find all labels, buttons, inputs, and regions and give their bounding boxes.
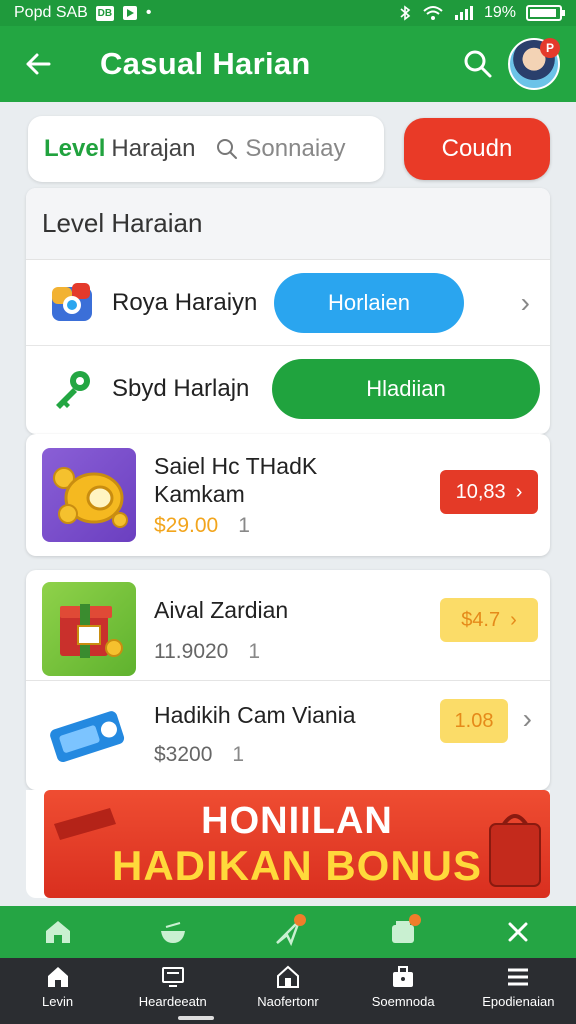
search-icon <box>464 50 492 78</box>
price-tag-label: 1.08 <box>454 709 494 732</box>
notification-dot <box>409 914 422 926</box>
product-card[interactable]: Saiel Hc THadK Kamkam $29.00 1 10,83 › <box>26 434 550 556</box>
search-input[interactable] <box>245 135 366 163</box>
quantity-value: 1 <box>232 743 245 766</box>
notification-dot <box>293 914 306 926</box>
home-indicator <box>178 1016 214 1020</box>
home-icon <box>45 921 70 943</box>
nav-label: Naofertonr <box>257 994 319 1009</box>
signal-icon <box>454 6 473 20</box>
tab-home[interactable] <box>38 912 78 952</box>
status-box-icon: DB <box>95 5 114 21</box>
level-row-name: Sbyd Harlajn <box>112 375 250 402</box>
product-price: 11.9020 1 <box>154 640 260 664</box>
house-icon <box>276 965 299 988</box>
quantity-value: 1 <box>248 640 261 663</box>
avatar[interactable]: P <box>508 38 560 90</box>
gold-coin-icon <box>42 448 136 542</box>
price-tag-button[interactable]: $4.7 › <box>440 598 538 642</box>
wifi-icon <box>423 6 443 20</box>
monitor-icon <box>161 967 184 987</box>
arrow-left-icon <box>26 53 51 75</box>
avatar-badge: P <box>540 38 560 58</box>
list-item[interactable]: Hadikih Cam Viania $3200 1 1.08 › <box>26 680 550 790</box>
nav-item[interactable]: Soemnoda <box>348 964 458 1009</box>
product-title-line1: Saiel Hc THadK <box>154 453 318 479</box>
level-sub-label: Harajan <box>111 135 196 162</box>
play-store-icon <box>122 6 137 20</box>
tab-send[interactable] <box>268 912 308 952</box>
nav-label: Levin <box>42 994 74 1009</box>
tab-wallet[interactable] <box>383 912 423 952</box>
level-label: Level <box>44 135 106 162</box>
nav-label: Soemnoda <box>371 994 435 1009</box>
chevron-right-icon: › <box>510 608 517 631</box>
tab-bowl[interactable] <box>153 912 193 952</box>
price-value: $3200 <box>154 743 213 766</box>
search-icon <box>217 139 238 159</box>
ticket-icon <box>42 689 136 783</box>
puzzle-game-icon <box>52 282 92 321</box>
nav-item[interactable]: Heardeeatn <box>118 964 228 1009</box>
dot-indicator-icon: • <box>145 4 152 21</box>
level-card: Level Haraian Roya Haraiyn Horlaien › Sb… <box>26 188 550 434</box>
product-price: $3200 1 <box>154 743 244 767</box>
quantity-value: 1 <box>238 514 250 537</box>
product-title-line2: Kamkam <box>154 481 245 507</box>
price-value: 11.9020 <box>154 640 229 663</box>
bonus-banner[interactable]: HONIILAN HADIKAN BONUS <box>44 790 550 898</box>
level-action-button[interactable]: Hladiian <box>272 359 540 419</box>
product-price: $29.00 1 <box>154 514 250 538</box>
product-title: Saiel Hc THadK Kamkam <box>154 452 317 508</box>
level-row[interactable]: Sbyd Harlajn Hladiian <box>26 346 550 432</box>
briefcase-icon <box>393 966 414 987</box>
nav-label: Epodienaian <box>482 994 555 1009</box>
back-button[interactable] <box>16 42 60 86</box>
status-bar: Popd SAB DB • 19% <box>0 0 576 26</box>
price-value: $29.00 <box>154 514 219 537</box>
home-icon <box>47 967 68 987</box>
chevron-right-icon[interactable]: › <box>521 287 530 319</box>
tab-tools[interactable] <box>498 912 538 952</box>
key-icon <box>56 371 90 409</box>
nav-item[interactable]: Levin <box>3 964 113 1009</box>
battery-icon <box>526 5 565 21</box>
nav-item[interactable]: Epodienaian <box>463 964 573 1009</box>
search-button[interactable] <box>456 42 500 86</box>
bowl-icon <box>160 922 185 943</box>
product-title: Hadikih Cam Viania <box>154 702 356 728</box>
nav-item[interactable]: Naofertonr <box>233 964 343 1009</box>
price-tag-label: 10,83 <box>455 480 506 503</box>
price-tag-button[interactable]: 1.08 <box>440 699 508 743</box>
page-title: Casual Harian <box>100 46 311 81</box>
list-item[interactable]: Aival Zardian 11.9020 1 $4.7 › <box>26 570 550 680</box>
tools-icon <box>508 922 528 942</box>
product-title: Aival Zardian <box>154 597 289 623</box>
banner-subtitle: HADIKAN BONUS <box>112 842 482 889</box>
bluetooth-icon <box>400 5 411 21</box>
product-card[interactable]: Aival Zardian 11.9020 1 $4.7 › Hadikih Ca… <box>26 570 550 790</box>
level-card-heading: Level Haraian <box>26 188 550 260</box>
chevron-right-icon: › <box>515 480 523 503</box>
battery-percent: 19% <box>483 4 516 21</box>
gift-box-icon <box>42 582 136 676</box>
app-bar: Casual Harian P <box>0 26 576 102</box>
level-row-name: Roya Haraiyn <box>112 288 258 316</box>
price-tag-label: $4.7 <box>461 608 501 631</box>
level-action-button[interactable]: Horlaien <box>274 272 464 333</box>
tab-bar <box>0 906 576 958</box>
chevron-right-icon[interactable]: › <box>523 703 532 735</box>
coupon-button[interactable]: Coudn <box>404 118 550 180</box>
menu-icon <box>508 968 529 986</box>
level-search-bar[interactable]: Level Harajan <box>28 116 384 182</box>
banner-title: HONIILAN <box>201 800 393 842</box>
price-tag-button[interactable]: 10,83 › <box>440 470 538 514</box>
nav-label: Heardeeatn <box>138 994 207 1009</box>
level-row[interactable]: Roya Haraiyn Horlaien › <box>26 260 550 346</box>
status-text: Popd SAB <box>14 4 88 21</box>
bottom-navigation: Levin Heardeeatn Naofertonr Soemnoda Epo… <box>0 958 576 1024</box>
